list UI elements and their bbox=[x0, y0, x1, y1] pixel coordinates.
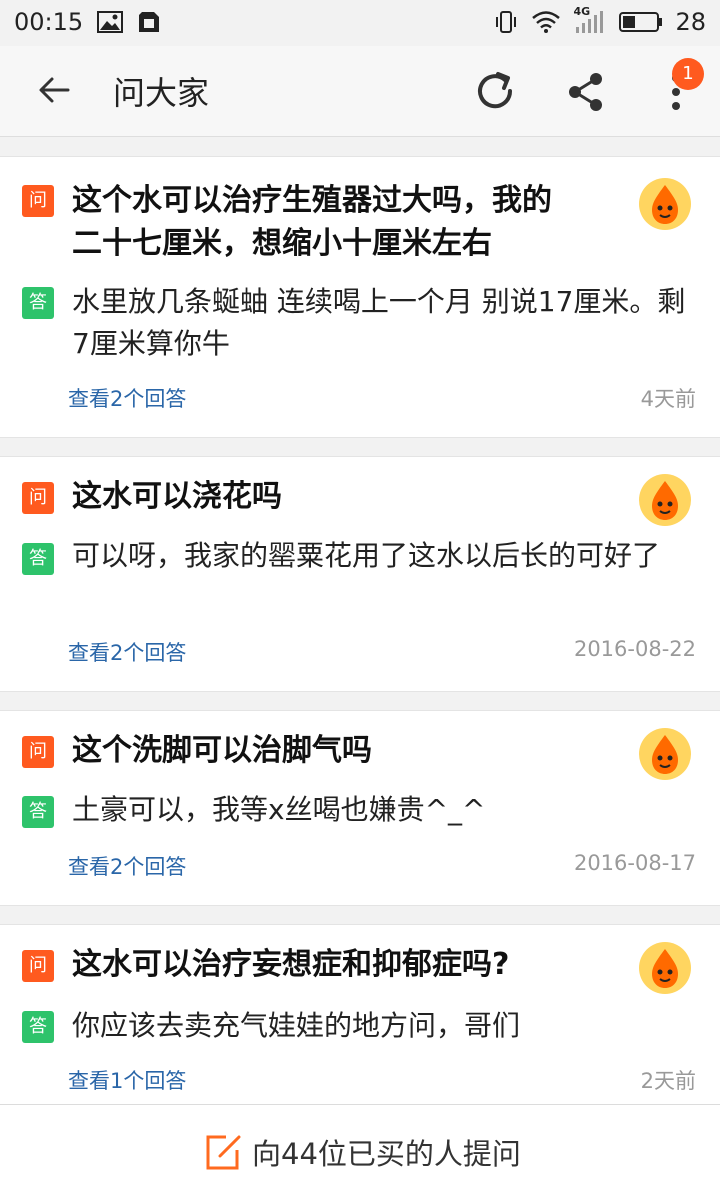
cell-signal-icon: 4G bbox=[573, 5, 607, 35]
avatar-icon bbox=[639, 728, 691, 780]
battery-icon bbox=[619, 12, 663, 32]
question-text: 这水可以浇花吗 bbox=[72, 479, 282, 514]
post-date: 2016-08-22 bbox=[573, 637, 696, 661]
post-date: 2天前 bbox=[640, 1069, 696, 1093]
vibrate-icon bbox=[496, 11, 517, 33]
qa-card[interactable]: 问 这个水可以治疗生殖器过大吗，我的二十七厘米，想缩小十厘米左右 答 水里放几条… bbox=[0, 156, 720, 438]
view-answers-link[interactable]: 查看1个回答 bbox=[68, 1065, 186, 1095]
wifi-icon bbox=[532, 11, 561, 33]
post-date: 4天前 bbox=[640, 387, 696, 411]
question-tag: 问 bbox=[22, 185, 54, 217]
answer-text: 土豪可以，我等x丝喝也嫌贵^_^ bbox=[72, 793, 486, 826]
answer-tag: 答 bbox=[22, 287, 54, 319]
page-title: 问大家 bbox=[113, 74, 210, 112]
question-tag: 问 bbox=[22, 950, 54, 982]
answer-text: 你应该去卖充气娃娃的地方问，哥们 bbox=[72, 1009, 521, 1042]
answer-text: 水里放几条蜒蚰 连续喝上一个月 别说17厘米。剩7厘米算你牛 bbox=[72, 285, 686, 360]
back-arrow-icon[interactable] bbox=[34, 70, 74, 110]
question-text: 这水可以治疗妄想症和抑郁症吗? bbox=[72, 947, 510, 982]
question-tag: 问 bbox=[22, 736, 54, 768]
edit-icon bbox=[206, 1135, 241, 1170]
answer-tag: 答 bbox=[22, 796, 54, 828]
avatar-icon bbox=[639, 178, 691, 230]
status-time: 00:15 bbox=[14, 8, 84, 36]
ask-question-label: 向44位已买的人提问 bbox=[252, 1137, 521, 1171]
question-text: 这个水可以治疗生殖器过大吗，我的二十七厘米，想缩小十厘米左右 bbox=[72, 183, 552, 261]
app-bar: 问大家 1 bbox=[0, 46, 720, 137]
status-bar: 00:15 4G 28 bbox=[0, 0, 720, 46]
sim-card-icon bbox=[139, 12, 160, 32]
refresh-icon[interactable] bbox=[472, 68, 518, 114]
avatar-icon bbox=[639, 942, 691, 994]
answer-text: 可以呀，我家的罂粟花用了这水以后长的可好了 bbox=[72, 539, 661, 572]
bottom-bar: 向44位已买的人提问 bbox=[0, 1104, 720, 1201]
view-answers-link[interactable]: 查看2个回答 bbox=[68, 637, 186, 667]
gallery-icon bbox=[97, 11, 124, 33]
post-date: 2016-08-17 bbox=[573, 851, 696, 875]
answer-tag: 答 bbox=[22, 543, 54, 575]
ask-question-button[interactable]: 向44位已买的人提问 bbox=[204, 1131, 521, 1173]
view-answers-link[interactable]: 查看2个回答 bbox=[68, 851, 186, 881]
view-answers-link[interactable]: 查看2个回答 bbox=[68, 383, 186, 413]
notification-badge: 1 bbox=[672, 58, 704, 90]
question-tag: 问 bbox=[22, 482, 54, 514]
qa-card[interactable]: 问 这水可以浇花吗 答 可以呀，我家的罂粟花用了这水以后长的可好了 查看2个回答… bbox=[0, 456, 720, 692]
answer-tag: 答 bbox=[22, 1011, 54, 1043]
question-text: 这个洗脚可以治脚气吗 bbox=[72, 733, 372, 768]
avatar-icon bbox=[639, 474, 691, 526]
battery-level: 28 bbox=[675, 8, 706, 36]
qa-card[interactable]: 问 这水可以治疗妄想症和抑郁症吗? 答 你应该去卖充气娃娃的地方问，哥们 查看1… bbox=[0, 924, 720, 1105]
qa-card[interactable]: 问 这个洗脚可以治脚气吗 答 土豪可以，我等x丝喝也嫌贵^_^ 查看2个回答 2… bbox=[0, 710, 720, 906]
share-icon[interactable] bbox=[566, 70, 606, 114]
